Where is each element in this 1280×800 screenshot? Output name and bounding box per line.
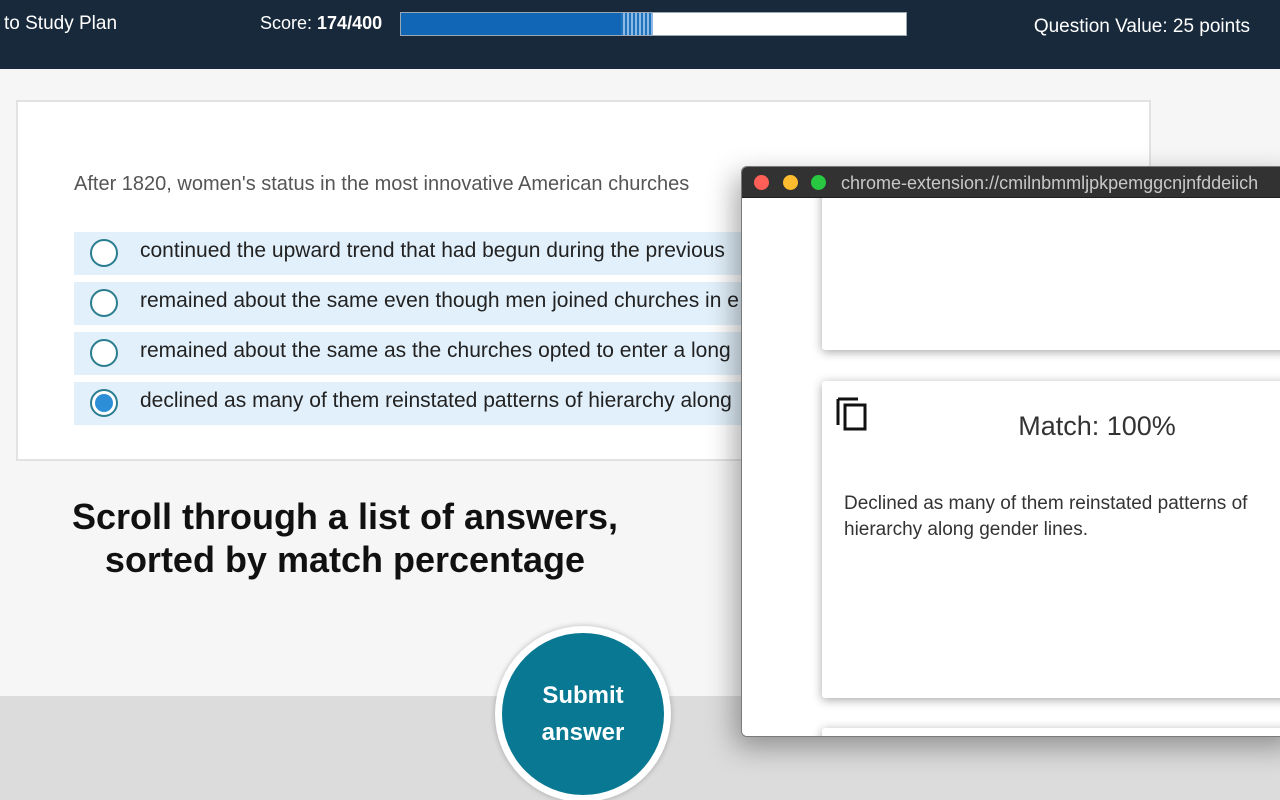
radio-button[interactable] (90, 339, 118, 367)
submit-answer-button[interactable]: Submit answer (495, 626, 671, 800)
radio-button-selected[interactable] (90, 389, 118, 417)
result-card-next (822, 728, 1280, 736)
results-list[interactable]: Match: 100% Declined as many of them rei… (742, 198, 1280, 736)
top-bar: to Study Plan Score: 174/400 Question Va… (0, 0, 1280, 69)
result-card: Match: 100% Declined as many of them rei… (822, 381, 1280, 698)
matched-answer-text: Declined as many of them reinstated patt… (844, 493, 1248, 540)
score-progress-bar (400, 12, 907, 36)
question-text: After 1820, women's status in the most i… (74, 173, 690, 195)
match-percentage: Match: 100% (1018, 411, 1176, 441)
answer-option-label: remained about the same as the churches … (140, 339, 731, 362)
promo-line-2: sorted by match percentage (104, 539, 586, 580)
radio-button[interactable] (90, 289, 118, 317)
minimize-window-button[interactable] (783, 175, 798, 190)
radio-button[interactable] (90, 239, 118, 267)
answer-option-label: remained about the same even though men … (140, 289, 739, 312)
extension-window: chrome-extension://cmilnbmmljpkpemggcnjn… (741, 166, 1280, 737)
score-value: 174/400 (317, 13, 383, 33)
progress-fill (401, 13, 621, 35)
answer-option-label: continued the upward trend that had begu… (140, 239, 725, 262)
score: Score: 174/400 (260, 13, 382, 34)
window-titlebar[interactable]: chrome-extension://cmilnbmmljpkpemggcnjn… (742, 167, 1280, 198)
close-window-button[interactable] (754, 175, 769, 190)
question-value: Question Value: 25 points (1033, 16, 1250, 37)
submit-answer-label: Submit answer (502, 633, 664, 795)
promo-caption: Scroll through a list of answers, sorted… (30, 495, 660, 581)
window-url: chrome-extension://cmilnbmmljpkpemggcnjn… (841, 173, 1259, 193)
score-label: Score: (260, 13, 318, 33)
answer-option-label: declined as many of them reinstated patt… (140, 389, 732, 412)
zoom-window-button[interactable] (811, 175, 826, 190)
result-card-previous (822, 198, 1280, 350)
back-to-study-plan-link[interactable]: to Study Plan (4, 13, 117, 35)
promo-line-1: Scroll through a list of answers, (71, 496, 619, 537)
progress-pending-segment (621, 13, 653, 35)
